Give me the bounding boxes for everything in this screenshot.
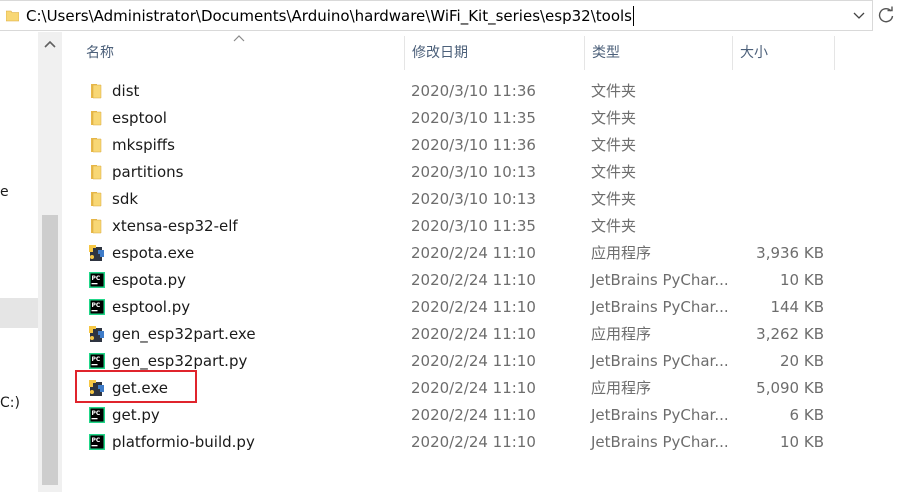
file-row[interactable]: partitions 2020/3/10 10:13 文件夹 bbox=[80, 159, 840, 186]
file-name: platformio-build.py bbox=[112, 433, 255, 451]
file-type: JetBrains PyChar... bbox=[591, 298, 729, 316]
svg-text:PC: PC bbox=[92, 275, 101, 282]
svg-text:PC: PC bbox=[92, 410, 101, 417]
folder-icon bbox=[88, 109, 106, 127]
file-type: 文件夹 bbox=[591, 190, 637, 208]
file-size: 10 KB bbox=[780, 271, 824, 289]
python-exe-icon bbox=[88, 325, 106, 343]
file-size: 144 KB bbox=[770, 298, 824, 316]
folder-icon bbox=[88, 190, 106, 208]
file-row[interactable]: esptool 2020/3/10 11:35 文件夹 bbox=[80, 105, 840, 132]
file-row[interactable]: gen_esp32part.exe 2020/2/24 11:10 应用程序 3,26… bbox=[80, 321, 840, 348]
file-date: 2020/2/24 11:10 bbox=[411, 352, 536, 370]
folder-icon bbox=[88, 136, 106, 154]
file-row[interactable]: PC esptool.py 2020/2/24 11:10 JetBrains PyC… bbox=[80, 294, 840, 321]
file-date: 2020/2/24 11:10 bbox=[411, 433, 536, 451]
file-type: JetBrains PyChar... bbox=[591, 271, 729, 289]
file-name: esptool.py bbox=[112, 298, 191, 316]
chevron-down-icon[interactable] bbox=[852, 8, 866, 22]
file-row[interactable]: PC platformio-build.py 2020/2/24 11:10 JetB… bbox=[80, 429, 840, 456]
file-date: 2020/3/10 11:36 bbox=[411, 82, 536, 100]
nav-scrollbar[interactable] bbox=[38, 32, 62, 492]
file-name: gen_esp32part.exe bbox=[112, 325, 256, 343]
highlight-annotation-box bbox=[75, 370, 197, 403]
column-header-date[interactable]: 修改日期 bbox=[404, 36, 584, 70]
column-header-type[interactable]: 类型 bbox=[584, 36, 732, 70]
file-date: 2020/2/24 11:10 bbox=[411, 298, 536, 316]
file-date: 2020/3/10 11:36 bbox=[411, 136, 536, 154]
file-row[interactable]: PC espota.py 2020/2/24 11:10 JetBrains PyCh… bbox=[80, 267, 840, 294]
pycharm-file-icon: PC bbox=[88, 271, 106, 289]
nav-selected-item[interactable] bbox=[0, 298, 38, 328]
svg-text:PC: PC bbox=[92, 356, 101, 363]
file-size: 3,936 KB bbox=[756, 244, 824, 262]
file-row[interactable]: mkspiffs 2020/3/10 11:36 文件夹 bbox=[80, 132, 840, 159]
folder-icon bbox=[88, 163, 106, 181]
pycharm-file-icon: PC bbox=[88, 406, 106, 424]
file-name: espota.py bbox=[112, 271, 186, 289]
file-row[interactable]: espota.exe 2020/2/24 11:10 应用程序 3,936 KB bbox=[80, 240, 840, 267]
file-type: 文件夹 bbox=[591, 109, 637, 127]
file-date: 2020/3/10 11:35 bbox=[411, 217, 536, 235]
file-size: 6 KB bbox=[789, 406, 824, 424]
file-date: 2020/2/24 11:10 bbox=[411, 244, 536, 262]
file-type: 文件夹 bbox=[591, 136, 637, 154]
scrollbar-thumb[interactable] bbox=[42, 215, 58, 485]
file-date: 2020/2/24 11:10 bbox=[411, 379, 536, 397]
file-type: 应用程序 bbox=[591, 325, 652, 343]
file-date: 2020/2/24 11:10 bbox=[411, 406, 536, 424]
scroll-up-icon[interactable] bbox=[44, 40, 56, 48]
address-path[interactable]: C:\Users\Administrator\Documents\Arduino… bbox=[26, 6, 634, 26]
file-date: 2020/2/24 11:10 bbox=[411, 325, 536, 343]
refresh-icon[interactable] bbox=[876, 5, 896, 25]
file-date: 2020/3/10 10:13 bbox=[411, 190, 536, 208]
file-name: esptool bbox=[112, 109, 167, 127]
pycharm-file-icon: PC bbox=[88, 433, 106, 451]
pycharm-file-icon: PC bbox=[88, 298, 106, 316]
file-date: 2020/2/24 11:10 bbox=[411, 271, 536, 289]
file-name: mkspiffs bbox=[112, 136, 175, 154]
file-row[interactable]: xtensa-esp32-elf 2020/3/10 11:35 文件夹 bbox=[80, 213, 840, 240]
file-name: partitions bbox=[112, 163, 184, 181]
svg-text:PC: PC bbox=[92, 302, 101, 309]
file-row[interactable]: dist 2020/3/10 11:36 文件夹 bbox=[80, 78, 840, 105]
file-name: espota.exe bbox=[112, 244, 195, 262]
file-type: 应用程序 bbox=[591, 379, 652, 397]
python-exe-icon bbox=[88, 244, 106, 262]
file-date: 2020/3/10 10:13 bbox=[411, 163, 536, 181]
file-row[interactable]: PC get.py 2020/2/24 11:10 JetBrains PyChar.… bbox=[80, 402, 840, 429]
file-type: JetBrains PyChar... bbox=[591, 433, 729, 451]
file-type: 文件夹 bbox=[591, 163, 637, 181]
nav-item-label[interactable]: e bbox=[0, 184, 9, 200]
file-type: 文件夹 bbox=[591, 82, 637, 100]
navigation-pane[interactable]: e C:) bbox=[0, 32, 38, 492]
file-size: 10 KB bbox=[780, 433, 824, 451]
file-size: 20 KB bbox=[780, 352, 824, 370]
file-name: xtensa-esp32-elf bbox=[112, 217, 238, 235]
folder-icon bbox=[88, 217, 106, 235]
pycharm-file-icon: PC bbox=[88, 352, 106, 370]
file-name: get.py bbox=[112, 406, 160, 424]
file-name: sdk bbox=[112, 190, 139, 208]
column-divider[interactable] bbox=[834, 36, 835, 70]
folder-icon bbox=[88, 82, 106, 100]
file-name: dist bbox=[112, 82, 140, 100]
folder-icon bbox=[6, 10, 19, 22]
address-bar[interactable]: C:\Users\Administrator\Documents\Arduino… bbox=[0, 0, 873, 31]
file-row[interactable]: sdk 2020/3/10 10:13 文件夹 bbox=[80, 186, 840, 213]
file-type: JetBrains PyChar... bbox=[591, 352, 729, 370]
file-type: 文件夹 bbox=[591, 217, 637, 235]
file-type: JetBrains PyChar... bbox=[591, 406, 729, 424]
file-date: 2020/3/10 11:35 bbox=[411, 109, 536, 127]
column-header-size[interactable]: 大小 bbox=[732, 36, 834, 70]
file-type: 应用程序 bbox=[591, 244, 652, 262]
column-header-name[interactable]: 名称 bbox=[78, 36, 404, 70]
nav-item-drive-label[interactable]: C:) bbox=[0, 395, 20, 411]
file-size: 3,262 KB bbox=[756, 325, 824, 343]
svg-text:PC: PC bbox=[92, 437, 101, 444]
file-size: 5,090 KB bbox=[756, 379, 824, 397]
